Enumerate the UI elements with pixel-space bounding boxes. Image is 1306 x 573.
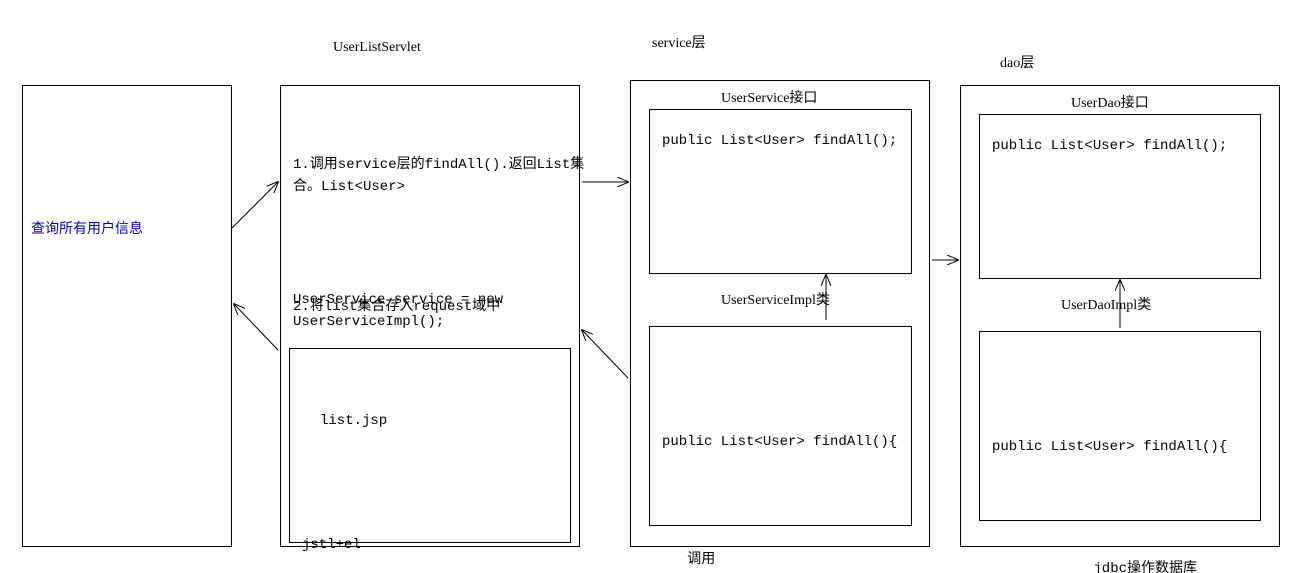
userdaoimpl-label: UserDaoImpl类: [1061, 294, 1151, 314]
entry-box: 查询所有用户信息: [22, 85, 232, 547]
impl-body1: 调用: [662, 549, 899, 571]
header-servlet: UserListServlet: [333, 40, 421, 56]
dao-box: UserDao接口 public List<User> findAll(); U…: [960, 85, 1280, 547]
dao-impl-open: public List<User> findAll(){: [992, 436, 1248, 458]
userdao-interface-box: public List<User> findAll();: [979, 114, 1261, 279]
userdao-interface-label: UserDao接口: [1071, 92, 1149, 112]
userserviceimpl-label: UserServiceImpl类: [721, 289, 830, 309]
list-jsp-box: list.jsp jstl+el foreach标签遍历list集合生成表格ta…: [289, 348, 571, 543]
userserviceimpl-box: public List<User> findAll(){ 调用 dao.find…: [649, 326, 912, 526]
query-all-users-link[interactable]: 查询所有用户信息: [31, 218, 143, 238]
userdaoimpl-code: public List<User> findAll(){ jdbc操作数据库 }: [980, 332, 1260, 573]
servlet-code: UserService service = new UserServiceImp…: [281, 281, 603, 342]
arrow-jsp-to-entry: [234, 304, 278, 350]
list-jsp-content: list.jsp jstl+el foreach标签遍历list集合生成表格ta…: [290, 349, 570, 573]
arrow-entry-to-servlet: [232, 182, 278, 228]
service-box: UserService接口 public List<User> findAll(…: [630, 80, 930, 547]
userdao-interface-code: public List<User> findAll();: [980, 115, 1260, 165]
list-jsp-line1: jstl+el: [302, 534, 558, 556]
list-jsp-title: list.jsp: [302, 402, 558, 432]
userdaoimpl-box: public List<User> findAll(){ jdbc操作数据库 }: [979, 331, 1261, 521]
servlet-step-1: 1.调用service层的findAll().返回List集合。List<Use…: [293, 154, 591, 199]
userservice-interface-box: public List<User> findAll();: [649, 109, 912, 274]
header-dao: dao层: [1000, 52, 1034, 72]
userservice-interface-code: public List<User> findAll();: [650, 110, 911, 160]
header-service: service层: [652, 32, 706, 52]
userservice-interface-label: UserService接口: [721, 87, 817, 107]
impl-open: public List<User> findAll(){: [662, 431, 899, 453]
userserviceimpl-code: public List<User> findAll(){ 调用 dao.find…: [650, 327, 911, 573]
servlet-box: 1.调用service层的findAll().返回List集合。List<Use…: [280, 85, 580, 547]
dao-impl-body: jdbc操作数据库: [992, 558, 1248, 573]
